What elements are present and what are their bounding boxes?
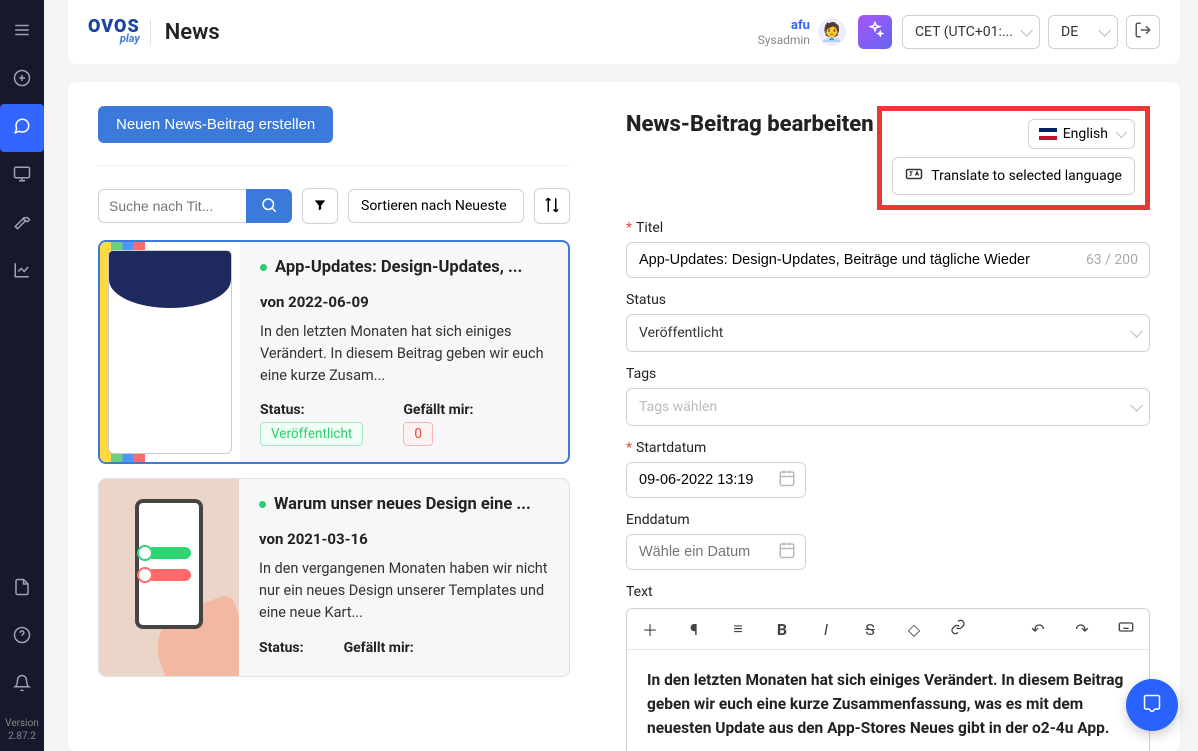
search-button[interactable] <box>246 189 292 223</box>
brand: OVOS play News <box>88 20 220 45</box>
sidebar-item-notify[interactable] <box>0 661 44 709</box>
topbar: OVOS play News afu Sysadmin 🧑‍💼 CET (UTC… <box>68 0 1180 64</box>
monitor-icon <box>13 165 31 187</box>
sidebar-item-help[interactable] <box>0 613 44 661</box>
text-label: Text <box>626 584 1150 600</box>
calendar-icon <box>778 469 796 491</box>
status-badge: Veröffentlicht <box>260 422 363 446</box>
status-label: Status: <box>259 640 304 656</box>
sidebar-item-monitor[interactable] <box>0 152 44 200</box>
translate-button[interactable]: Translate to selected language <box>892 157 1135 195</box>
news-title: App-Updates: Design-Updates, ... <box>260 258 548 277</box>
news-excerpt: In den vergangenen Monaten haben wir nic… <box>259 558 549 623</box>
status-dot-icon <box>259 501 266 508</box>
chat-bubble-icon <box>1143 694 1161 716</box>
news-card[interactable]: App-Updates: Design-Updates, ... von 202… <box>98 240 570 464</box>
news-date: von 2022-06-09 <box>260 293 548 311</box>
rte-align-button[interactable]: ≡ <box>729 619 747 639</box>
user-info[interactable]: afu Sysadmin <box>758 18 810 47</box>
wrench-icon <box>13 213 31 235</box>
search-icon <box>260 196 278 217</box>
plus-circle-icon <box>13 69 31 91</box>
rte-strike-button[interactable]: S <box>861 620 879 639</box>
rte-color-button[interactable]: ◇ <box>905 620 923 639</box>
filter-button[interactable] <box>302 188 338 224</box>
status-label: Status: <box>260 402 363 418</box>
edit-heading: News-Beitrag bearbeiten <box>626 106 874 137</box>
logout-icon <box>1134 21 1152 43</box>
sort-icon <box>543 196 561 217</box>
sparkle-icon <box>866 21 884 43</box>
flag-icon <box>1039 128 1057 140</box>
news-title: Warum unser neues Design eine ... <box>259 495 549 514</box>
startdate-label: *Startdatum <box>626 440 1150 456</box>
rich-text-editor: ＋ ¶ ≡ B I S ◇ ↶ ↷ <box>626 608 1150 751</box>
version-label: Version 2.87.2 <box>3 709 41 751</box>
char-count: 63 / 200 <box>1086 252 1138 268</box>
calendar-icon <box>778 541 796 563</box>
translate-icon <box>905 165 923 187</box>
chat-icon <box>13 117 31 139</box>
news-thumbnail <box>99 479 239 675</box>
sidebar-item-settings[interactable] <box>0 200 44 248</box>
news-excerpt: In den letzten Monaten hat sich einiges … <box>260 321 548 386</box>
rte-link-button[interactable] <box>949 619 967 639</box>
rte-toolbar: ＋ ¶ ≡ B I S ◇ ↶ ↷ <box>627 609 1149 650</box>
list-icon <box>13 21 31 43</box>
rte-add-button[interactable]: ＋ <box>641 617 659 641</box>
user-role: Sysadmin <box>758 33 810 47</box>
status-select[interactable]: Veröffentlicht <box>626 314 1150 352</box>
filter-icon <box>313 198 327 215</box>
news-thumbnail <box>100 242 240 462</box>
translate-lang-select[interactable]: English <box>1028 119 1135 149</box>
news-card[interactable]: Warum unser neues Design eine ... von 20… <box>98 478 570 676</box>
sidebar-item-file[interactable] <box>0 565 44 613</box>
enddate-label: Enddatum <box>626 512 1150 528</box>
title-input[interactable] <box>626 242 1150 278</box>
brand-logo: OVOS play <box>88 20 140 43</box>
bell-icon <box>13 674 31 696</box>
rte-undo-button[interactable]: ↶ <box>1029 620 1047 639</box>
page-title: News <box>150 20 220 45</box>
tags-label: Tags <box>626 366 1150 382</box>
divider <box>98 165 570 166</box>
create-news-button[interactable]: Neuen News-Beitrag erstellen <box>98 106 333 143</box>
sidebar-item-list[interactable] <box>0 8 44 56</box>
rte-italic-button[interactable]: I <box>817 620 835 639</box>
sort-direction-button[interactable] <box>534 188 570 224</box>
news-date: von 2021-03-16 <box>259 530 549 548</box>
chart-icon <box>13 261 31 283</box>
rte-bold-button[interactable]: B <box>773 620 791 639</box>
help-icon <box>13 626 31 648</box>
sidebar-item-analytics[interactable] <box>0 248 44 296</box>
sidebar-item-add[interactable] <box>0 56 44 104</box>
logout-button[interactable] <box>1126 15 1160 49</box>
likes-label: Gefällt mir: <box>403 402 473 418</box>
avatar[interactable]: 🧑‍💼 <box>818 18 846 46</box>
likes-badge: 0 <box>403 422 433 446</box>
chat-support-button[interactable] <box>1126 679 1178 731</box>
title-label: *Titel <box>626 220 1150 236</box>
status-dot-icon <box>260 264 267 271</box>
user-name: afu <box>758 18 810 33</box>
rte-paragraph-button[interactable]: ¶ <box>685 620 703 639</box>
sidebar: Version 2.87.2 <box>0 0 44 751</box>
file-icon <box>13 578 31 600</box>
sidebar-item-news[interactable] <box>0 104 44 152</box>
translate-panel: English Translate to selected language <box>877 106 1150 210</box>
rte-keyboard-button[interactable] <box>1117 619 1135 639</box>
sort-select[interactable]: Sortieren nach Neueste <box>348 189 524 223</box>
language-select[interactable]: DE <box>1048 15 1118 49</box>
search-input[interactable] <box>98 189 246 223</box>
status-label: Status <box>626 292 1150 308</box>
rte-content[interactable]: In den letzten Monaten hat sich einiges … <box>627 650 1149 751</box>
ai-assist-button[interactable] <box>858 15 892 49</box>
rte-redo-button[interactable]: ↷ <box>1073 620 1091 639</box>
tags-select[interactable]: Tags wählen <box>626 388 1150 426</box>
timezone-select[interactable]: CET (UTC+01:... <box>902 15 1040 49</box>
likes-label: Gefällt mir: <box>344 640 414 656</box>
